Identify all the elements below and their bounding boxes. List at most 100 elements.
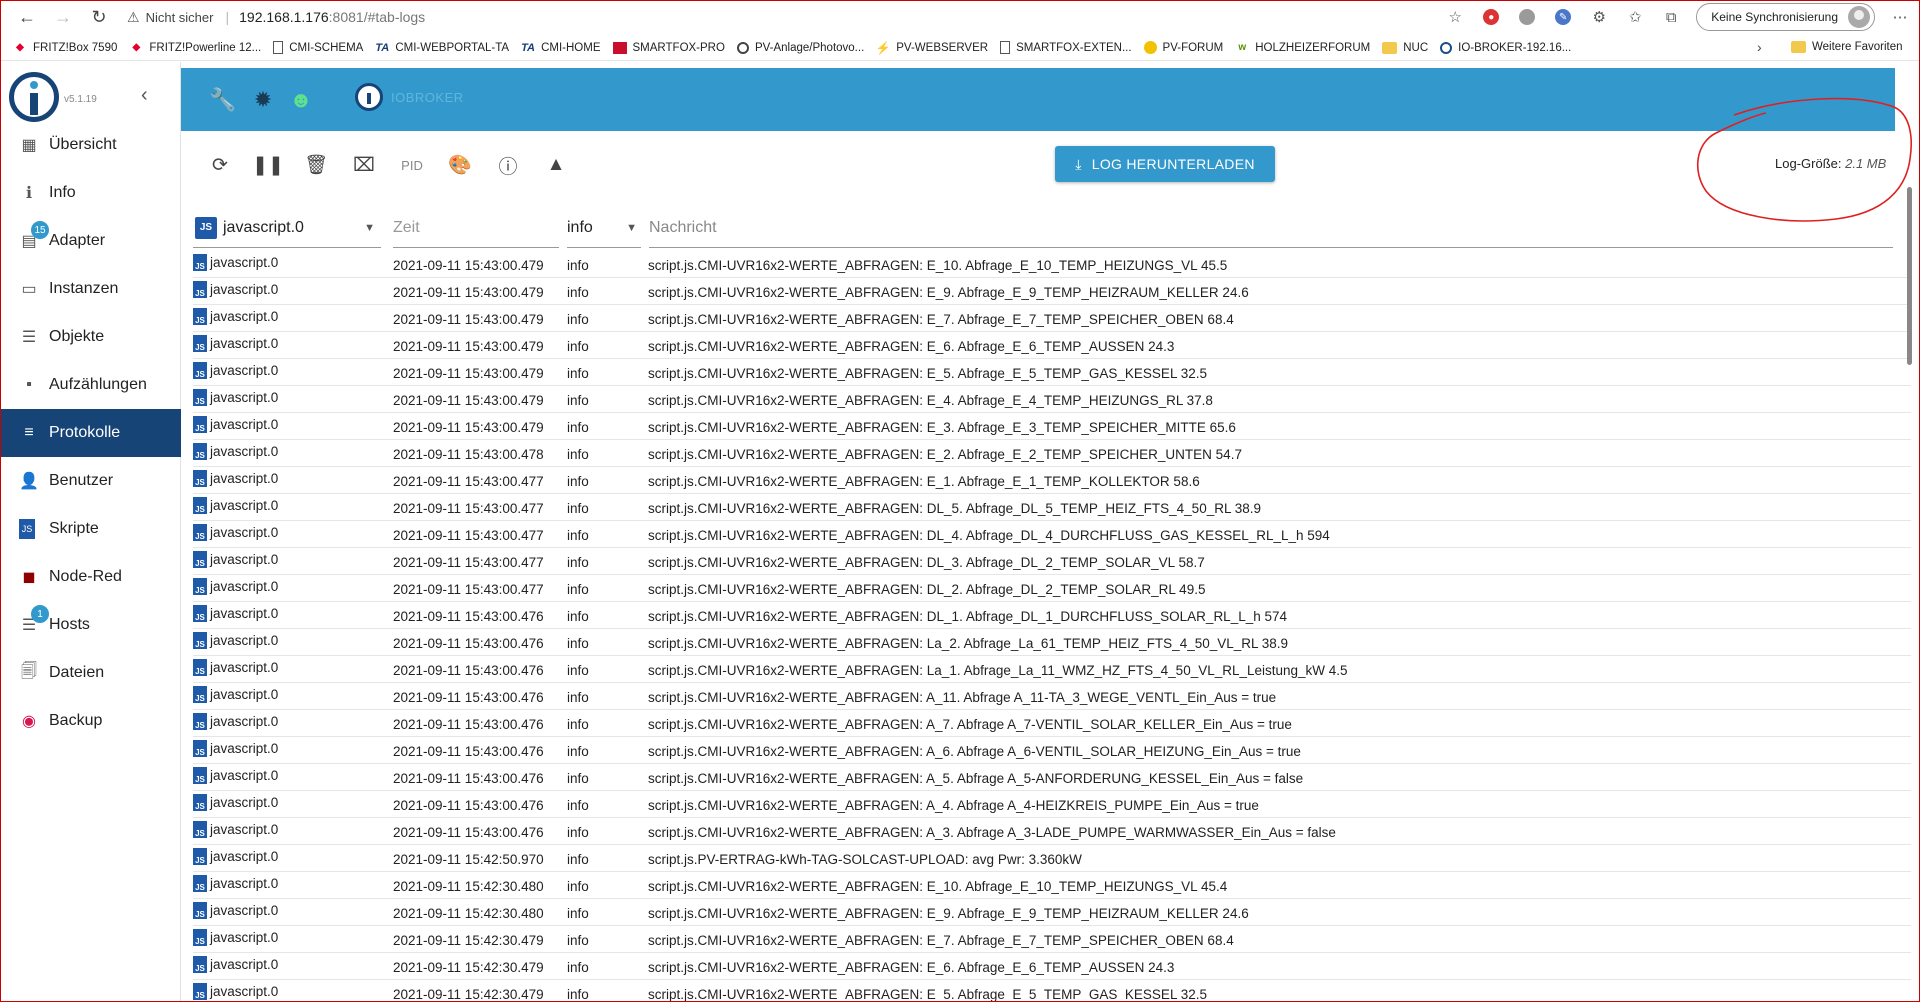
row-time: 2021-09-11 15:43:00.479 bbox=[393, 339, 544, 354]
table-row[interactable]: JS javascript.0 2021-09-11 15:43:00.479 inf… bbox=[193, 359, 1911, 386]
wrench-icon[interactable]: 🔧 bbox=[209, 86, 237, 114]
source-filter[interactable]: JS javascript.0 ▼ bbox=[193, 208, 381, 248]
back-icon[interactable]: ← bbox=[9, 3, 45, 31]
bookmark-item[interactable]: PV-FORUM bbox=[1143, 41, 1223, 54]
extension-blue-icon[interactable]: ✎ bbox=[1552, 6, 1574, 28]
table-row[interactable]: JS javascript.0 2021-09-11 15:43:00.477 inf… bbox=[193, 575, 1911, 602]
collections-icon[interactable]: ⧉ bbox=[1660, 6, 1682, 28]
level-filter[interactable]: info ▼ bbox=[567, 208, 641, 248]
table-row[interactable]: JS javascript.0 2021-09-11 15:43:00.477 inf… bbox=[193, 548, 1911, 575]
sidebar-item-instances[interactable]: ▭ Instanzen bbox=[1, 265, 181, 313]
palette-icon[interactable]: 🎨 bbox=[436, 149, 484, 181]
sidebar-item-user[interactable]: 👤 Benutzer bbox=[1, 457, 181, 505]
table-row[interactable]: JS javascript.0 2021-09-11 15:43:00.476 inf… bbox=[193, 818, 1911, 845]
delete-icon[interactable]: 🗑 bbox=[292, 149, 340, 181]
sidebar-item-grid[interactable]: ▦ Übersicht bbox=[1, 121, 181, 169]
table-row[interactable]: JS javascript.0 2021-09-11 15:43:00.479 inf… bbox=[193, 278, 1911, 305]
extensions-icon[interactable]: ⚙ bbox=[1588, 6, 1610, 28]
table-row[interactable]: JS javascript.0 2021-09-11 15:43:00.477 inf… bbox=[193, 467, 1911, 494]
extension-grey-icon[interactable] bbox=[1516, 6, 1538, 28]
scrollbar[interactable] bbox=[1907, 187, 1912, 365]
warning-icon[interactable]: ⚠ bbox=[127, 9, 140, 26]
bookmark-item[interactable]: NUC bbox=[1382, 41, 1428, 54]
table-row[interactable]: JS javascript.0 2021-09-11 15:43:00.477 inf… bbox=[193, 494, 1911, 521]
error-filter-icon[interactable]: ⓘ bbox=[484, 149, 532, 181]
bookmark-item[interactable]: PV-Anlage/Photovo... bbox=[736, 41, 864, 54]
table-row[interactable]: JS javascript.0 2021-09-11 15:43:00.476 inf… bbox=[193, 737, 1911, 764]
warning-filter-icon[interactable]: ▲ bbox=[532, 149, 580, 181]
collapse-sidebar-icon[interactable]: ‹ bbox=[141, 84, 148, 107]
security-label[interactable]: Nicht sicher bbox=[146, 10, 214, 25]
favorites-icon[interactable]: ✩ bbox=[1624, 6, 1646, 28]
bookmark-item[interactable]: TA CMI-WEBPORTAL-TA bbox=[375, 41, 509, 55]
delete-on-disk-icon[interactable]: ⌧ bbox=[340, 149, 388, 181]
reload-icon[interactable]: ↻ bbox=[81, 3, 117, 31]
row-source-label: javascript.0 bbox=[210, 363, 279, 378]
url-path[interactable]: :8081/#tab-logs bbox=[329, 9, 426, 25]
message-filter[interactable]: Nachricht bbox=[649, 208, 1893, 248]
row-level: info bbox=[567, 312, 589, 327]
sidebar-item-store[interactable]: ▤ 15 Adapter bbox=[1, 217, 181, 265]
time-filter[interactable]: Zeit bbox=[393, 208, 559, 248]
table-row[interactable]: JS javascript.0 2021-09-11 15:43:00.476 inf… bbox=[193, 656, 1911, 683]
row-source-label: javascript.0 bbox=[210, 849, 279, 864]
bookmark-item[interactable]: ◆ FRITZ!Powerline 12... bbox=[129, 41, 262, 55]
extension-red-icon[interactable]: ● bbox=[1480, 6, 1502, 28]
iobroker-small-logo bbox=[355, 83, 383, 111]
bookmark-item[interactable]: TA CMI-HOME bbox=[521, 41, 600, 55]
settings-icon[interactable]: ✹ bbox=[249, 86, 277, 114]
table-row[interactable]: JS javascript.0 2021-09-11 15:43:00.476 inf… bbox=[193, 710, 1911, 737]
bookmark-item[interactable]: ⚡ PV-WEBSERVER bbox=[876, 41, 988, 55]
table-row[interactable]: JS javascript.0 2021-09-11 15:43:00.479 inf… bbox=[193, 413, 1911, 440]
row-source-label: javascript.0 bbox=[210, 606, 279, 621]
table-row[interactable]: JS javascript.0 2021-09-11 15:42:30.479 inf… bbox=[193, 953, 1911, 980]
table-row[interactable]: JS javascript.0 2021-09-11 15:42:30.479 inf… bbox=[193, 980, 1911, 1001]
javascript-icon: JS bbox=[193, 389, 207, 406]
sync-button[interactable]: Keine Synchronisierung bbox=[1696, 3, 1875, 31]
refresh-icon[interactable]: ⟳ bbox=[196, 149, 244, 181]
table-row[interactable]: JS javascript.0 2021-09-11 15:43:00.479 inf… bbox=[193, 251, 1911, 278]
table-row[interactable]: JS javascript.0 2021-09-11 15:43:00.476 inf… bbox=[193, 683, 1911, 710]
row-message: script.js.CMI-UVR16x2-WERTE_ABFRAGEN: A_… bbox=[648, 771, 1304, 786]
sidebar-item-hosts[interactable]: ☰ 1 Hosts bbox=[1, 601, 181, 649]
sidebar-item-info[interactable]: ℹ Info bbox=[1, 169, 181, 217]
table-row[interactable]: JS javascript.0 2021-09-11 15:43:00.477 inf… bbox=[193, 521, 1911, 548]
sidebar-item-list[interactable]: ☰ Objekte bbox=[1, 313, 181, 361]
sidebar-item-files[interactable]: 🗐 Dateien bbox=[1, 649, 181, 697]
table-row[interactable]: JS javascript.0 2021-09-11 15:42:30.480 inf… bbox=[193, 899, 1911, 926]
forward-icon[interactable]: → bbox=[45, 3, 81, 31]
sidebar-item-backup[interactable]: ◉ Backup bbox=[1, 697, 181, 745]
table-row[interactable]: JS javascript.0 2021-09-11 15:42:30.480 inf… bbox=[193, 872, 1911, 899]
sidebar-item-enum[interactable]: ▪ Aufzählungen bbox=[1, 361, 181, 409]
other-favorites[interactable]: Weitere Favoriten bbox=[1791, 41, 1903, 53]
bookmark-item[interactable]: SMARTFOX-EXTEN... bbox=[1000, 41, 1132, 54]
table-row[interactable]: JS javascript.0 2021-09-11 15:43:00.479 inf… bbox=[193, 386, 1911, 413]
more-menu-icon[interactable]: ⋯ bbox=[1889, 6, 1911, 28]
bookmark-item[interactable]: IO-BROKER-192.16... bbox=[1440, 41, 1571, 54]
table-row[interactable]: JS javascript.0 2021-09-11 15:43:00.476 inf… bbox=[193, 629, 1911, 656]
url-field[interactable]: ⚠ Nicht sicher | 192.168.1.176:8081/#tab… bbox=[127, 9, 425, 26]
sidebar-item-node-red[interactable]: ◼ Node-Red bbox=[1, 553, 181, 601]
expert-mode-icon[interactable]: ☻ bbox=[287, 86, 315, 114]
bookmark-item[interactable]: SMARTFOX-PRO bbox=[612, 41, 725, 54]
sidebar-item-log[interactable]: ≡ Protokolle bbox=[1, 409, 181, 457]
sidebar-item-script[interactable]: JS Skripte bbox=[1, 505, 181, 553]
table-row[interactable]: JS javascript.0 2021-09-11 15:43:00.476 inf… bbox=[193, 764, 1911, 791]
bookmark-item[interactable]: w HOLZHEIZERFORUM bbox=[1235, 41, 1370, 55]
table-row[interactable]: JS javascript.0 2021-09-11 15:42:50.970 inf… bbox=[193, 845, 1911, 872]
table-row[interactable]: JS javascript.0 2021-09-11 15:43:00.479 inf… bbox=[193, 332, 1911, 359]
table-row[interactable]: JS javascript.0 2021-09-11 15:43:00.476 inf… bbox=[193, 602, 1911, 629]
download-log-button[interactable]: ⤓ LOG HERUNTERLADEN bbox=[1055, 146, 1275, 182]
add-favorite-icon[interactable]: ☆ bbox=[1444, 6, 1466, 28]
pid-toggle[interactable]: PID bbox=[388, 149, 436, 181]
url-host[interactable]: 192.168.1.176 bbox=[239, 9, 329, 25]
table-row[interactable]: JS javascript.0 2021-09-11 15:43:00.476 inf… bbox=[193, 791, 1911, 818]
bookmark-item[interactable]: CMI-SCHEMA bbox=[273, 41, 363, 54]
pause-icon[interactable]: ❚❚ bbox=[244, 149, 292, 181]
table-row[interactable]: JS javascript.0 2021-09-11 15:42:30.479 inf… bbox=[193, 926, 1911, 953]
bookmark-forum-icon bbox=[1143, 41, 1157, 54]
table-row[interactable]: JS javascript.0 2021-09-11 15:43:00.479 inf… bbox=[193, 305, 1911, 332]
table-row[interactable]: JS javascript.0 2021-09-11 15:43:00.478 inf… bbox=[193, 440, 1911, 467]
bookmarks-overflow-icon[interactable]: › bbox=[1757, 39, 1762, 55]
bookmark-item[interactable]: ◆ FRITZ!Box 7590 bbox=[13, 41, 117, 55]
